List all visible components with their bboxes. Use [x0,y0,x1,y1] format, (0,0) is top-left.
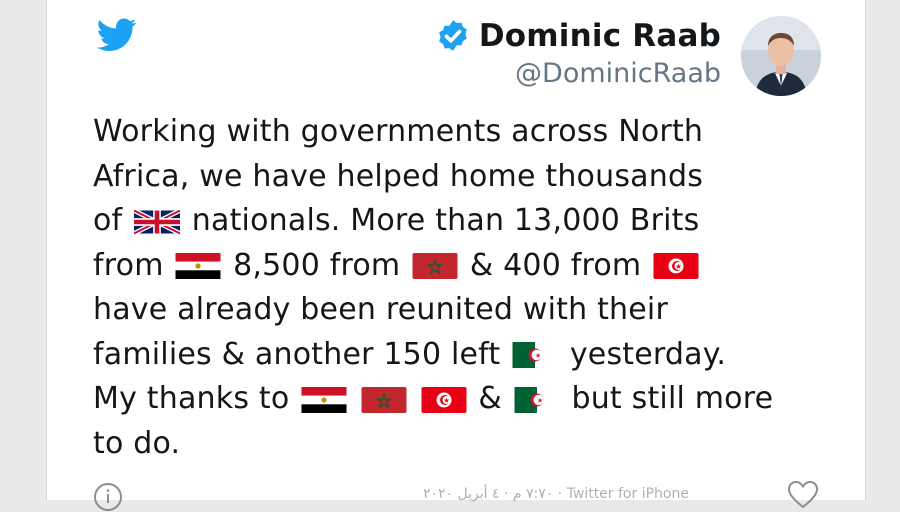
tweet-text-segment: families & another 150 left [93,336,511,372]
tweet-text-line: from 8,500 from & 400 from [93,244,833,289]
flag-tunisia-icon [421,386,467,413]
tweet-text-line: My thanks to & but still more [93,377,833,422]
tweet-text-line: Africa, we have helped home thousands [93,155,833,200]
tweet-text-segment: nationals. More than 13,000 Brits [182,203,700,238]
tweet-card: Dominic Raab @DominicRaab Working with g… [46,0,866,511]
heart-icon[interactable] [787,480,819,510]
tweet-footer: ٧:٧٠ م · ٤ أبريل ٢٠٢٠ · Twitter for iPho… [47,480,865,511]
flag-tunisia-icon [653,253,699,279]
flag-egypt-icon [301,386,347,413]
tweet-text-line: have already been reunited with their [93,288,833,333]
flag-algeria-icon [514,386,560,413]
tweet-text: Working with governments across North Afr… [93,110,833,466]
tweet-text-segment [349,381,359,416]
tweet-text-segment: but still more [561,381,774,416]
info-icon[interactable] [93,482,123,512]
tweet-text-segment: from [93,247,174,283]
avatar[interactable] [741,16,821,96]
tweet-text-line: to do. [93,422,833,467]
flag-morocco-icon [412,253,458,279]
tweet-text-segment: My thanks to [93,381,300,416]
author-handle[interactable]: @DominicRaab [435,58,721,89]
tweet-text-segment [409,381,419,416]
tweet-text-line: families & another 150 left yesterday. [93,333,833,378]
tweet-author[interactable]: Dominic Raab @DominicRaab [435,18,721,89]
tweet-text-line: of nationals. More than 13,000 Brits [93,199,833,244]
author-display-name[interactable]: Dominic Raab [479,18,721,54]
verified-badge-icon [439,20,467,51]
flag-morocco-icon [361,386,407,413]
tweet-text-segment: have already been reunited with their [93,292,668,327]
twitter-bird-icon[interactable] [97,18,137,52]
tweet-text-segment: yesterday. [560,336,727,372]
tweet-text-segment: & [468,381,512,416]
flag-uk-icon [134,208,181,235]
tweet-text-segment: 8,500 from [223,247,411,283]
tweet-text-line: Working with governments across North [93,110,833,155]
tweet-text-segment: of [93,203,133,238]
flag-algeria-icon [512,342,558,368]
flag-egypt-icon [175,253,221,279]
tweet-text-segment: to do. [93,425,181,461]
tweet-text-segment: & 400 from [460,247,652,283]
tweet-text-segment: Working with governments across North [93,114,704,149]
tweet-text-segment: Africa, we have helped home thousands [93,158,704,194]
